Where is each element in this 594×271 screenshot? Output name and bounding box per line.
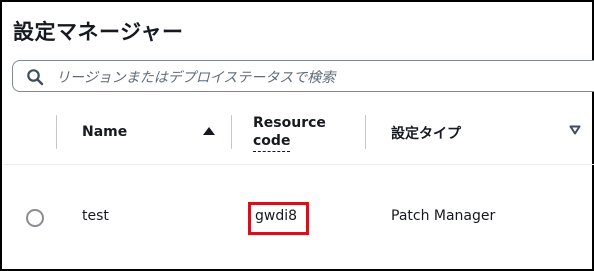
- column-header-resource-code[interactable]: Resource code: [253, 114, 326, 152]
- search-bar[interactable]: リージョンまたはデプロイステータスで検索: [12, 60, 594, 92]
- column-divider: [231, 115, 232, 149]
- table-header: Name Resource code 設定タイプ: [4, 105, 594, 165]
- cell-config-type: Patch Manager: [391, 208, 496, 224]
- column-divider: [365, 115, 366, 149]
- table-row[interactable]: test gwdi8 Patch Manager: [4, 165, 594, 271]
- cell-name: test: [82, 208, 109, 224]
- screenshot-frame: 設定マネージャー リージョンまたはデプロイステータスで検索 Name Resou…: [0, 0, 594, 271]
- column-header-config-type[interactable]: 設定タイプ: [391, 123, 461, 143]
- search-icon: [27, 69, 44, 86]
- row-select-radio[interactable]: [26, 209, 44, 227]
- column-header-resource-code-line2: code: [253, 132, 291, 152]
- page-title: 設定マネージャー: [13, 20, 184, 44]
- column-header-resource-code-line1: Resource: [253, 115, 326, 131]
- search-input[interactable]: リージョンまたはデプロイステータスで検索: [56, 67, 335, 87]
- column-header-name[interactable]: Name: [82, 124, 127, 140]
- sort-ascending-icon[interactable]: [203, 127, 215, 135]
- cell-resource-code: gwdi8: [255, 208, 298, 224]
- column-divider: [56, 115, 57, 149]
- sort-descending-icon[interactable]: [569, 125, 581, 135]
